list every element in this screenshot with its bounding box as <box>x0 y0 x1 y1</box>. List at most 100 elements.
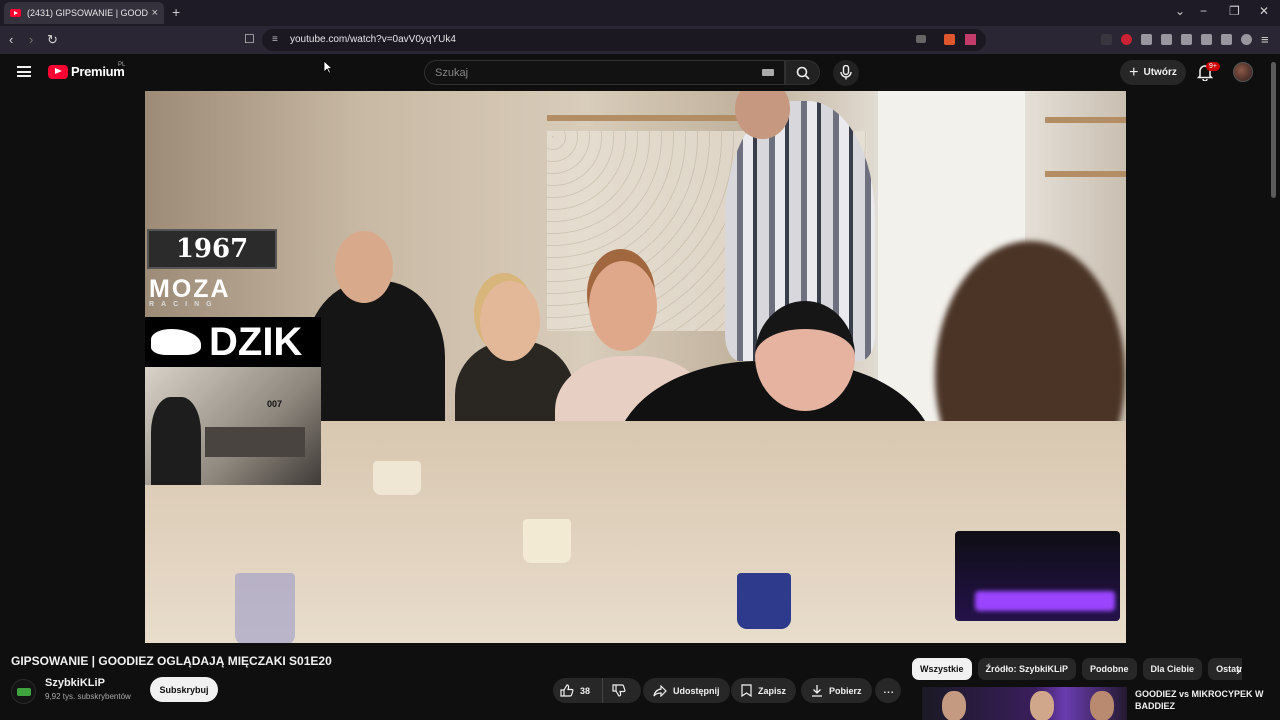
bookmark-icon[interactable]: ☐ <box>244 32 255 46</box>
tab-search-icon[interactable]: ⌄ <box>1175 4 1185 18</box>
vpn-icon[interactable] <box>1241 34 1252 45</box>
logo-country-code: PL <box>118 62 126 68</box>
download-button[interactable]: Pobierz <box>801 678 872 703</box>
account-avatar[interactable] <box>1233 62 1253 82</box>
search-icon <box>796 66 810 80</box>
cup-decor <box>373 461 421 495</box>
youtube-premium-logo[interactable]: Premium <box>48 64 125 79</box>
boar-icon <box>151 329 201 355</box>
hamburger-menu-icon[interactable] <box>17 66 31 77</box>
stream-overlay-pill <box>975 591 1115 611</box>
wallet-icon[interactable] <box>1201 34 1212 45</box>
browser-menu-icon[interactable]: ≡ <box>1261 32 1269 47</box>
url-text: youtube.com/watch?v=0avV0yqYUk4 <box>290 34 456 45</box>
logo-text: Premium <box>71 64 125 79</box>
notifications-badge: 9+ <box>1206 62 1220 71</box>
brave-shield-icon[interactable] <box>944 34 955 45</box>
share-button[interactable]: Udostępnij <box>643 678 730 703</box>
share-icon <box>653 684 667 697</box>
dislike-button[interactable] <box>603 678 641 703</box>
related-filter-chips: Wszystkie Źródło: SzybkiKLiP Podobne Dla Ci… <box>912 658 1242 682</box>
moza-subtext: RACING <box>149 301 219 308</box>
moza-text: MOZA <box>149 275 231 303</box>
sponsor-overlay: 1967 MOZA RACING DZIK 007 <box>145 225 321 485</box>
youtube-favicon-icon <box>10 9 21 17</box>
browser-tab-bar: (2431) GIPSOWANIE | GOODIEZ × + ⌄ − ❐ ✕ <box>0 0 1280 26</box>
thumbs-up-icon <box>560 684 574 697</box>
youtube-extension-icon[interactable] <box>1121 34 1132 45</box>
search-button[interactable] <box>785 60 820 85</box>
rewards-icon[interactable] <box>965 34 976 45</box>
music-icon[interactable] <box>1161 34 1172 45</box>
page-scrollbar[interactable] <box>1271 62 1276 198</box>
wall-label-007: 007 <box>267 399 283 409</box>
cast-icon[interactable] <box>916 35 926 43</box>
download-label: Pobierz <box>829 685 862 696</box>
extensions-puzzle-icon[interactable] <box>1141 34 1152 45</box>
forward-icon[interactable]: › <box>29 32 33 47</box>
chip-for-you[interactable]: Dla Ciebie <box>1142 658 1203 680</box>
dzik-text: DZIK <box>209 319 303 364</box>
save-button[interactable]: Zapisz <box>731 678 797 703</box>
voice-search-button[interactable] <box>833 60 859 86</box>
plus-icon: + <box>1129 63 1139 81</box>
mouse-cursor-icon <box>323 60 332 74</box>
create-label: Utwórz <box>1143 67 1177 78</box>
channel-name[interactable]: SzybkiKLiP <box>45 677 105 689</box>
new-tab-button[interactable]: + <box>172 4 180 20</box>
like-button[interactable]: 38 <box>553 678 603 703</box>
glass-decor <box>235 573 295 643</box>
minimize-button[interactable]: − <box>1200 4 1207 18</box>
sponsor-dzik-logo: DZIK <box>145 317 321 367</box>
person-head <box>480 281 540 361</box>
more-actions-button[interactable]: ··· <box>875 678 901 703</box>
cup-decor <box>523 519 571 563</box>
microphone-icon <box>840 65 852 80</box>
restore-button[interactable]: ❐ <box>1229 4 1240 18</box>
shelf-decor <box>1045 171 1126 177</box>
leo-ai-icon[interactable] <box>1221 34 1232 45</box>
like-count: 38 <box>580 685 591 696</box>
thumb-face <box>1090 691 1114 720</box>
desk-decor <box>205 427 305 457</box>
url-field[interactable]: ≡ youtube.com/watch?v=0avV0yqYUk4 <box>262 29 986 51</box>
site-info-icon[interactable]: ≡ <box>272 34 278 45</box>
cup-decor <box>737 573 791 629</box>
search-placeholder: Szukaj <box>435 67 469 79</box>
sidebar-icon[interactable] <box>1181 34 1192 45</box>
chip-source-channel[interactable]: Źródło: SzybkiKLiP <box>977 658 1077 680</box>
streamer-webcam: 007 <box>145 367 321 485</box>
tab-title: (2431) GIPSOWANIE | GOODIEZ <box>27 8 148 18</box>
recommendation-thumbnail[interactable] <box>922 687 1127 720</box>
person-head <box>589 261 657 351</box>
channel-avatar[interactable] <box>11 679 36 704</box>
keyboard-icon[interactable] <box>762 69 774 76</box>
subscribe-button[interactable]: Subskrybuj <box>150 677 218 702</box>
chip-similar[interactable]: Podobne <box>1082 658 1137 680</box>
thumb-face <box>942 691 966 720</box>
sponsor-1967-logo: 1967 <box>147 229 277 269</box>
close-window-button[interactable]: ✕ <box>1259 4 1269 18</box>
stream-overlay-widget <box>955 531 1120 621</box>
search-input[interactable]: Szukaj <box>424 60 785 85</box>
youtube-logo-icon <box>48 64 68 79</box>
reload-icon[interactable]: ↻ <box>47 32 58 48</box>
browser-tab-active[interactable]: (2431) GIPSOWANIE | GOODIEZ × <box>4 2 164 24</box>
shelf-decor <box>547 115 747 121</box>
like-dislike-group: 38 <box>553 678 641 703</box>
chips-next-arrow-icon[interactable]: › <box>1236 662 1241 678</box>
tab-close-icon[interactable]: × <box>152 7 158 19</box>
chip-all[interactable]: Wszystkie <box>912 658 972 680</box>
person-head <box>755 301 855 411</box>
download-icon <box>812 685 822 697</box>
shelf-decor <box>1045 117 1126 123</box>
recommendation-title[interactable]: GOODIEZ vs MIKROCYPEK W BADDIEZ <box>1135 688 1270 712</box>
video-player[interactable]: 1967 MOZA RACING DZIK 007 <box>145 91 1126 643</box>
back-icon[interactable]: ‹ <box>9 32 13 47</box>
thumb-face <box>1030 691 1054 720</box>
browser-address-bar: ‹ › ↻ ☐ ≡ youtube.com/watch?v=0avV0yqYUk… <box>0 26 1280 54</box>
extension-icon[interactable] <box>1101 34 1112 45</box>
thumbs-down-icon <box>612 684 626 697</box>
share-label: Udostępnij <box>673 685 720 696</box>
create-button[interactable]: + Utwórz <box>1120 60 1186 85</box>
